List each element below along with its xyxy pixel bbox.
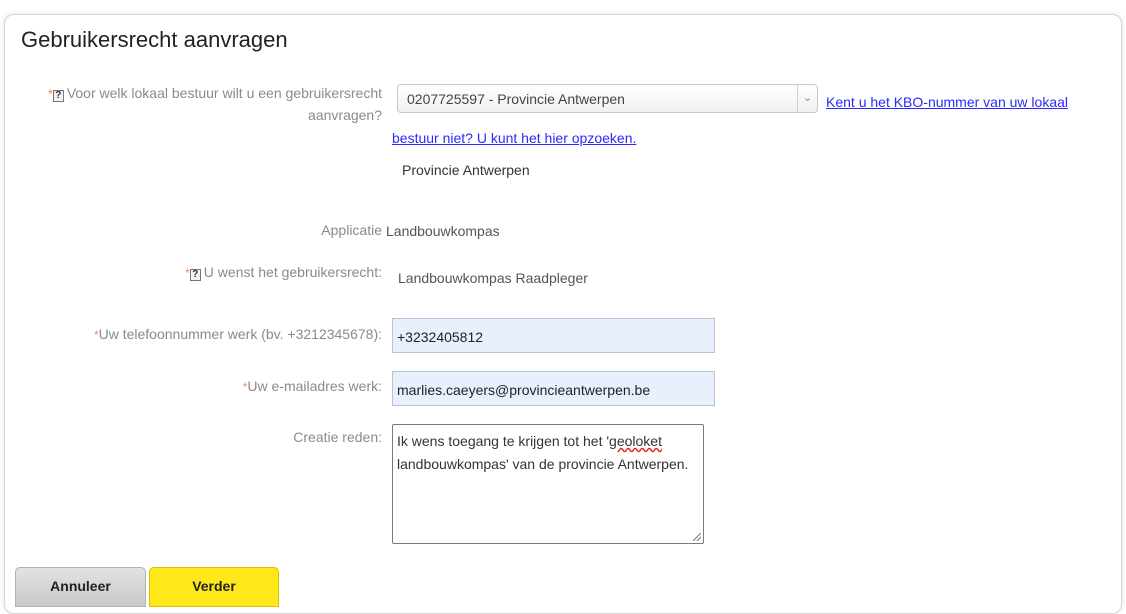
help-icon[interactable]: ?	[52, 90, 64, 102]
bestuur-label: *? Voor welk lokaal bestuur wilt u een ge…	[20, 83, 382, 126]
reden-text-part1: Ik wens toegang te krijgen tot het '	[397, 433, 610, 449]
bestuur-select[interactable]: 0207725597 - Provincie Antwerpen ⌄	[397, 84, 818, 113]
bestuur-label-line1: Voor welk lokaal bestuur wilt u een gebr…	[66, 85, 382, 101]
resize-handle-icon[interactable]	[693, 533, 701, 541]
gebruikersrecht-label-text: U wenst het gebruikersrecht:	[203, 264, 382, 280]
applicatie-value: Landbouwkompas	[386, 223, 500, 239]
next-button[interactable]: Verder	[149, 567, 279, 607]
bestuur-label-line2: aanvragen?	[308, 107, 382, 123]
reden-label: Creatie reden:	[293, 429, 382, 445]
page-title: Gebruikersrecht aanvragen	[21, 27, 288, 52]
reden-text-misspelled: geoloket	[609, 433, 662, 449]
email-label-text: Uw e-mailadres werk:	[247, 378, 382, 394]
kbo-lookup-link[interactable]: Kent u het KBO-nummer van uw lokaal	[826, 94, 1068, 110]
applicatie-label: Applicatie	[321, 222, 382, 238]
telefoon-label-text: Uw telefoonnummer werk (bv. +3212345678)…	[98, 326, 382, 342]
chevron-down-icon[interactable]: ⌄	[797, 85, 817, 112]
bestuur-select-value: 0207725597 - Provincie Antwerpen	[407, 91, 625, 107]
email-input[interactable]: marlies.caeyers@provincieantwerpen.be	[392, 371, 715, 406]
kbo-lookup-link-line2[interactable]: bestuur niet? U kunt het hier opzoeken.	[392, 130, 636, 146]
telefoon-input[interactable]: +3232405812	[392, 318, 715, 353]
gebruikersrecht-label: *? U wenst het gebruikersrecht:	[60, 262, 382, 284]
reden-textarea[interactable]: Ik wens toegang te krijgen tot het 'geol…	[392, 424, 704, 544]
telefoon-label: *Uw telefoonnummer werk (bv. +3212345678…	[40, 324, 382, 346]
bestuur-resolved-name: Provincie Antwerpen	[402, 162, 530, 178]
email-label: *Uw e-mailadres werk:	[100, 376, 382, 398]
reden-text-part2: landbouwkompas' van de provincie Antwerp…	[397, 456, 689, 472]
gebruikersrecht-value: Landbouwkompas Raadpleger	[398, 270, 588, 286]
cancel-button[interactable]: Annuleer	[15, 567, 146, 607]
help-icon[interactable]: ?	[189, 269, 201, 281]
